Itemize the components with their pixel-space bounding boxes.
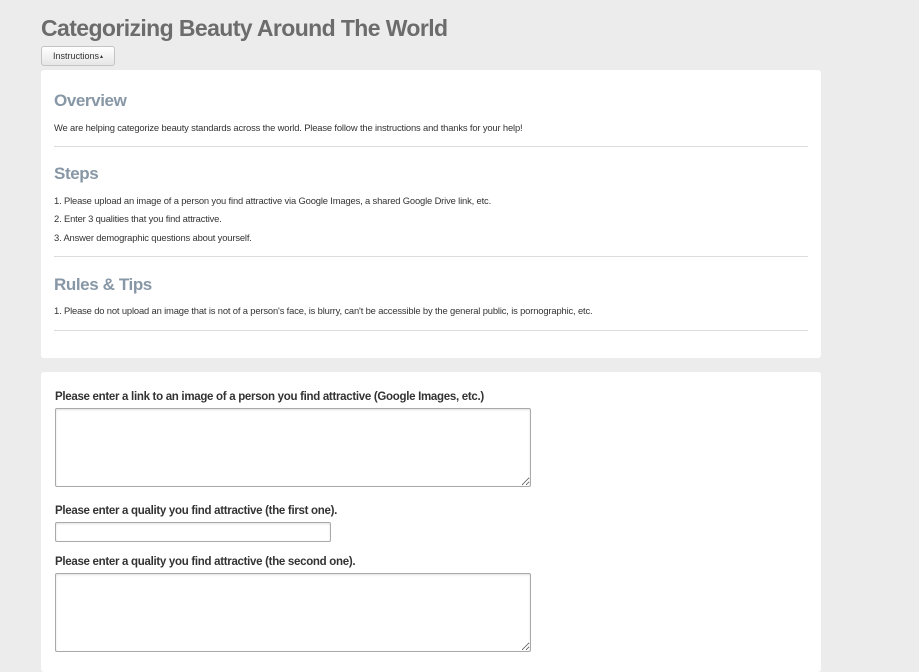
steps-heading: Steps [54, 164, 99, 183]
caret-up-icon: ▴ [100, 54, 104, 60]
quality-second-label: Please enter a quality you find attracti… [55, 556, 356, 568]
form-panel: Please enter a link to an image of a per… [41, 372, 821, 672]
step-item-1: 1. Please upload an image of a person yo… [54, 195, 492, 206]
instructions-button-label: Instructions [52, 51, 99, 61]
instructions-panel: Overview We are helping categorize beaut… [41, 70, 821, 358]
quality-first-input[interactable] [55, 522, 331, 542]
rule-item-1: 1. Please do not upload an image that is… [54, 305, 593, 316]
step-item-2: 2. Enter 3 qualities that you find attra… [54, 213, 222, 224]
page-title: Categorizing Beauty Around The World [41, 15, 448, 41]
instructions-toggle-button[interactable]: Instructions▴ [41, 46, 115, 66]
overview-text: We are helping categorize beauty standar… [54, 122, 523, 133]
rules-divider [54, 330, 808, 331]
overview-divider [54, 146, 808, 147]
quality-first-label: Please enter a quality you find attracti… [55, 505, 338, 517]
image-link-textarea[interactable] [55, 408, 531, 487]
steps-divider [54, 256, 808, 257]
quality-second-textarea[interactable] [55, 573, 531, 652]
overview-heading: Overview [54, 91, 127, 110]
image-link-label: Please enter a link to an image of a per… [55, 391, 484, 403]
step-item-3: 3. Answer demographic questions about yo… [54, 232, 252, 243]
rules-heading: Rules & Tips [54, 275, 152, 294]
